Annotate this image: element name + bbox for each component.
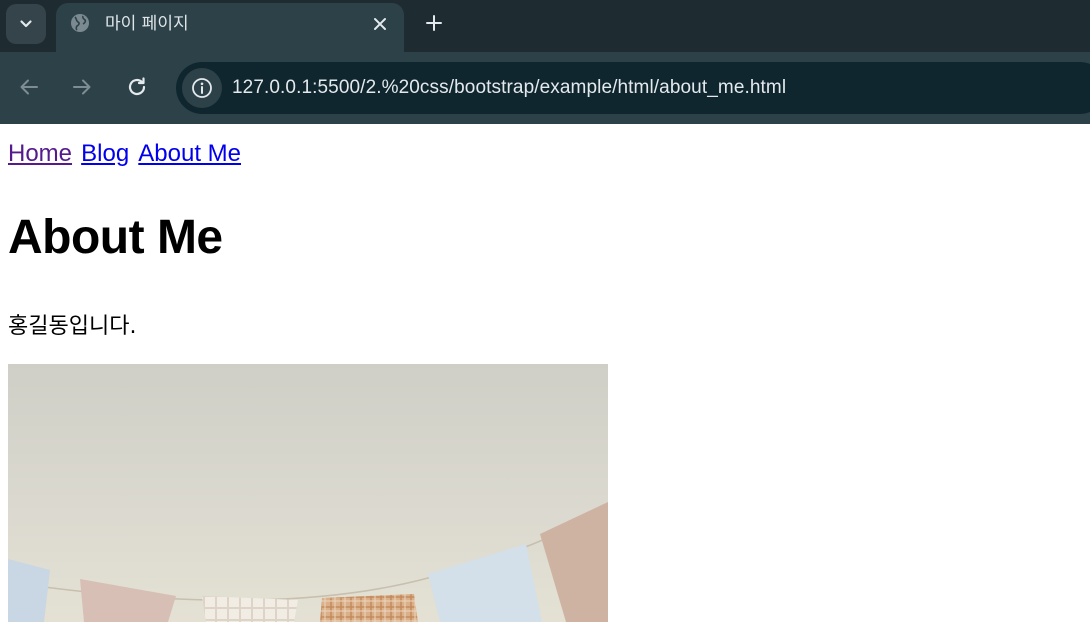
globe-icon — [71, 14, 89, 32]
bunting-photo-image — [8, 364, 608, 622]
address-bar[interactable]: 127.0.0.1:5500/2.%20css/bootstrap/exampl… — [176, 62, 1090, 114]
profile-photo — [8, 364, 608, 622]
plus-icon — [426, 15, 442, 31]
tab-close-button[interactable] — [368, 12, 392, 36]
tab-search-button[interactable] — [6, 4, 46, 44]
page-content: Home Blog About Me About Me 홍길동입니다. — [0, 124, 1090, 622]
nav-link-blog[interactable]: Blog — [81, 140, 129, 167]
forward-button[interactable] — [66, 71, 98, 103]
close-icon — [374, 18, 386, 30]
arrow-right-icon — [73, 79, 91, 95]
browser-toolbar: 127.0.0.1:5500/2.%20css/bootstrap/exampl… — [0, 52, 1090, 124]
chevron-down-icon — [20, 20, 32, 28]
back-button[interactable] — [13, 71, 45, 103]
page-title: About Me — [8, 211, 223, 264]
new-tab-button[interactable] — [420, 9, 448, 37]
nav-link-about-me[interactable]: About Me — [138, 140, 241, 167]
arrow-left-icon — [20, 79, 38, 95]
reload-icon — [128, 77, 146, 96]
url-text[interactable]: 127.0.0.1:5500/2.%20css/bootstrap/exampl… — [232, 76, 786, 100]
reload-button[interactable] — [121, 71, 153, 103]
site-info-button[interactable] — [182, 68, 222, 108]
intro-text: 홍길동입니다. — [8, 314, 137, 339]
site-nav: Home Blog About Me — [8, 140, 245, 168]
browser-tab[interactable]: 마이 페이지 — [56, 3, 404, 52]
tab-strip: 마이 페이지 — [0, 0, 1090, 52]
info-icon — [192, 78, 212, 98]
nav-link-home[interactable]: Home — [8, 140, 72, 167]
tab-title: 마이 페이지 — [105, 14, 189, 34]
